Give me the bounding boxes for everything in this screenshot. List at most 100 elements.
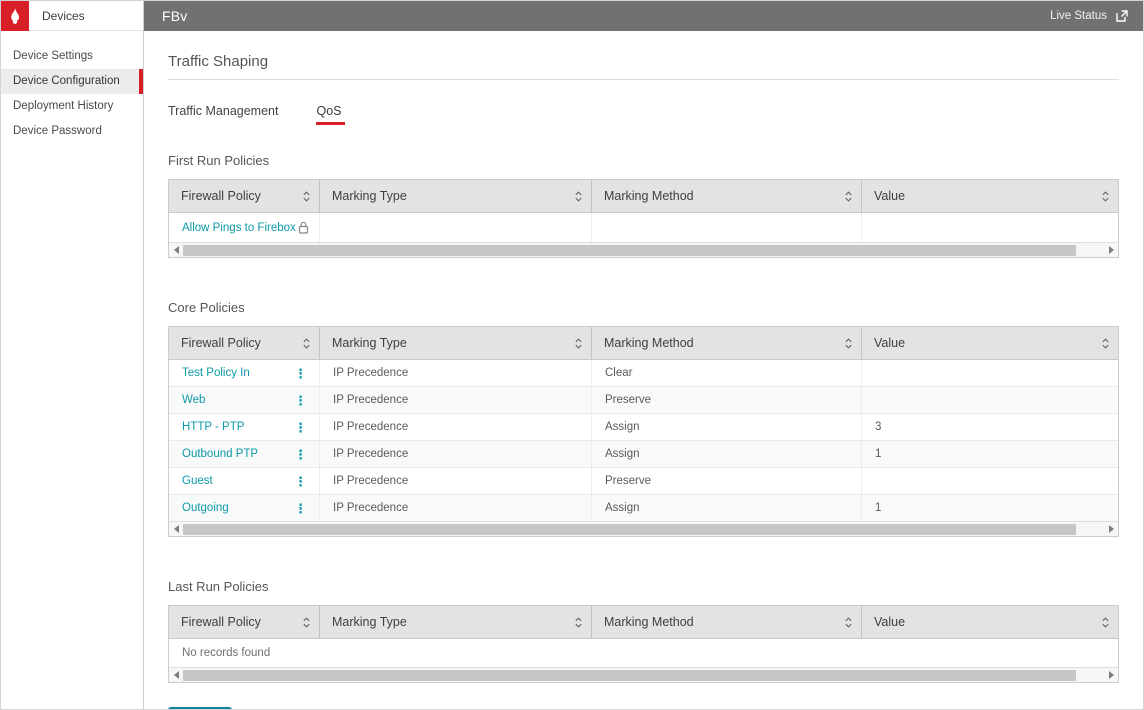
table-header-row: Firewall Policy Marking Type Marking Met… (169, 327, 1118, 360)
kebab-menu-icon[interactable]: ⋮ (292, 367, 309, 380)
scroll-left-button[interactable] (169, 522, 183, 536)
marking-method-cell: Preserve (592, 387, 862, 413)
column-header-value[interactable]: Value (862, 606, 1118, 638)
lock-icon (298, 221, 309, 234)
sidebar: Devices Device Settings Device Configura… (1, 1, 144, 709)
column-header-firewall-policy[interactable]: Firewall Policy (169, 327, 320, 359)
table-header-row: Firewall Policy Marking Type Marking Met… (169, 606, 1118, 639)
back-button[interactable]: BACK (168, 707, 232, 709)
scroll-left-button[interactable] (169, 243, 183, 257)
policy-link[interactable]: Outgoing (182, 502, 229, 514)
kebab-menu-icon[interactable]: ⋮ (292, 475, 309, 488)
live-status-link[interactable]: Live Status (1050, 9, 1129, 23)
sidebar-item-device-settings[interactable]: Device Settings (1, 44, 143, 69)
marking-method-cell: Preserve (592, 468, 862, 494)
watchguard-logo[interactable] (1, 1, 29, 31)
column-header-value[interactable]: Value (862, 180, 1118, 212)
main-area: FBv Live Status Traffic Shaping Traffic … (144, 1, 1143, 709)
column-header-marking-type[interactable]: Marking Type (320, 606, 592, 638)
scrollbar-thumb[interactable] (183, 670, 1076, 681)
marking-type-cell: IP Precedence (320, 495, 592, 521)
marking-method-cell (592, 213, 862, 242)
policy-link[interactable]: HTTP - PTP (182, 421, 244, 433)
value-cell (862, 360, 1118, 386)
sort-icon (1101, 616, 1110, 629)
scroll-right-button[interactable] (1104, 522, 1118, 536)
policy-link[interactable]: Allow Pings to Firebox (182, 222, 296, 234)
policy-link[interactable]: Test Policy In (182, 367, 250, 379)
tab-bar: Traffic Management QoS (168, 104, 1119, 125)
value-cell (862, 468, 1118, 494)
kebab-menu-icon[interactable]: ⋮ (292, 421, 309, 434)
column-label: Firewall Policy (181, 336, 261, 350)
column-header-firewall-policy[interactable]: Firewall Policy (169, 180, 320, 212)
horizontal-scrollbar[interactable] (169, 242, 1118, 257)
sort-icon (302, 337, 311, 350)
column-label: Value (874, 615, 905, 629)
last-run-policies-table: Firewall Policy Marking Type Marking Met… (168, 605, 1119, 683)
table-row: Outgoing ⋮ IP Precedence Assign 1 (169, 495, 1118, 521)
tab-traffic-management[interactable]: Traffic Management (168, 104, 278, 125)
sort-icon (574, 190, 583, 203)
sidebar-item-device-configuration[interactable]: Device Configuration (1, 69, 143, 94)
scroll-right-button[interactable] (1104, 668, 1118, 682)
column-header-marking-type[interactable]: Marking Type (320, 327, 592, 359)
column-header-value[interactable]: Value (862, 327, 1118, 359)
kebab-menu-icon[interactable]: ⋮ (292, 394, 309, 407)
firewall-policy-cell: Test Policy In ⋮ (169, 360, 320, 386)
scrollbar-thumb[interactable] (183, 245, 1076, 256)
column-header-firewall-policy[interactable]: Firewall Policy (169, 606, 320, 638)
last-run-policies-title: Last Run Policies (168, 579, 1119, 594)
sidebar-header: Devices (1, 1, 143, 31)
live-status-label: Live Status (1050, 10, 1107, 22)
sidebar-item-deployment-history[interactable]: Deployment History (1, 94, 143, 119)
scroll-left-arrow-icon (174, 246, 179, 254)
column-label: Marking Type (332, 189, 407, 203)
policy-link[interactable]: Outbound PTP (182, 448, 258, 460)
kebab-menu-icon[interactable]: ⋮ (292, 502, 309, 515)
firewall-policy-cell: Guest ⋮ (169, 468, 320, 494)
scrollbar-track[interactable] (183, 668, 1104, 682)
firewall-policy-cell: Outgoing ⋮ (169, 495, 320, 521)
column-header-marking-type[interactable]: Marking Type (320, 180, 592, 212)
value-cell: 1 (862, 495, 1118, 521)
scroll-left-arrow-icon (174, 525, 179, 533)
brand-label: Devices (42, 9, 85, 23)
sort-icon (302, 616, 311, 629)
marking-type-cell: IP Precedence (320, 360, 592, 386)
value-cell: 3 (862, 414, 1118, 440)
scrollbar-track[interactable] (183, 243, 1104, 257)
column-header-marking-method[interactable]: Marking Method (592, 327, 862, 359)
table-row: Outbound PTP ⋮ IP Precedence Assign 1 (169, 441, 1118, 468)
sort-icon (574, 337, 583, 350)
firewall-policy-cell: HTTP - PTP ⋮ (169, 414, 320, 440)
sidebar-item-device-password[interactable]: Device Password (1, 119, 143, 144)
scroll-right-arrow-icon (1109, 525, 1114, 533)
policy-link[interactable]: Guest (182, 475, 213, 487)
kebab-menu-icon[interactable]: ⋮ (292, 448, 309, 461)
table-row: Test Policy In ⋮ IP Precedence Clear (169, 360, 1118, 387)
tab-qos[interactable]: QoS (316, 104, 341, 125)
value-cell (862, 213, 1118, 242)
column-header-marking-method[interactable]: Marking Method (592, 180, 862, 212)
table-row: Guest ⋮ IP Precedence Preserve (169, 468, 1118, 495)
column-label: Marking Method (604, 336, 694, 350)
scrollbar-thumb[interactable] (183, 524, 1076, 535)
table-row: Allow Pings to Firebox (169, 213, 1118, 242)
value-cell: 1 (862, 441, 1118, 467)
app-window: Devices Device Settings Device Configura… (1, 1, 1143, 709)
column-label: Firewall Policy (181, 189, 261, 203)
scroll-left-button[interactable] (169, 668, 183, 682)
marking-method-cell: Assign (592, 495, 862, 521)
device-title: FBv (162, 8, 188, 24)
sort-icon (1101, 190, 1110, 203)
column-header-marking-method[interactable]: Marking Method (592, 606, 862, 638)
policy-link[interactable]: Web (182, 394, 205, 406)
scrollbar-track[interactable] (183, 522, 1104, 536)
column-label: Marking Method (604, 189, 694, 203)
scroll-right-button[interactable] (1104, 243, 1118, 257)
horizontal-scrollbar[interactable] (169, 521, 1118, 536)
marking-method-cell: Clear (592, 360, 862, 386)
table-body: Allow Pings to Firebox (169, 213, 1118, 242)
horizontal-scrollbar[interactable] (169, 667, 1118, 682)
